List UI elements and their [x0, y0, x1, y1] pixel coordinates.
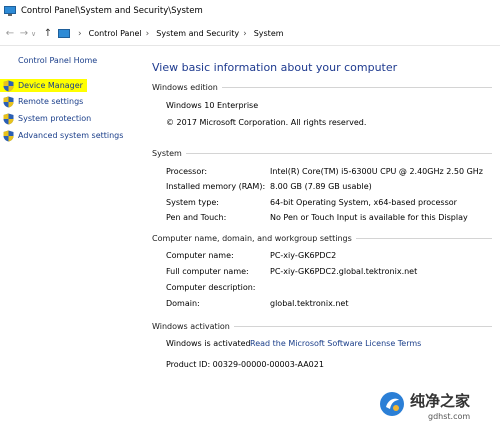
shield-icon — [3, 80, 14, 91]
forward-arrow-icon[interactable]: → — [17, 28, 31, 39]
address-bar: ← → ∨ ↑ › Control Panel › System and Sec… — [0, 22, 500, 46]
sidebar-item-advanced-system-settings[interactable]: Advanced system settings — [0, 129, 123, 142]
info-label: Domain: — [166, 299, 200, 308]
divider — [185, 153, 492, 154]
title-bar: Control Panel\System and Security\System — [0, 0, 500, 22]
chevron-right-icon[interactable]: › — [243, 29, 247, 39]
sidebar-item-system-protection[interactable]: System protection — [0, 112, 91, 125]
control-panel-home-link[interactable]: Control Panel Home — [18, 56, 97, 65]
chevron-right-icon[interactable]: › — [146, 29, 150, 39]
breadcrumb-system-and-security[interactable]: System and Security — [156, 29, 239, 38]
divider — [355, 238, 492, 239]
shield-icon — [3, 96, 14, 107]
page-title: View basic information about your comput… — [152, 61, 398, 74]
sidebar-item-label: Advanced system settings — [18, 131, 124, 140]
section-windows-edition: Windows edition — [152, 83, 492, 92]
info-value: 8.00 GB (7.89 GB usable) — [270, 182, 372, 191]
copyright-text: © 2017 Microsoft Corporation. All rights… — [166, 118, 367, 127]
section-computer-name: Computer name, domain, and workgroup set… — [152, 234, 492, 243]
info-label: Installed memory (RAM): — [166, 182, 266, 191]
info-value: PC-xiy-GK6PDC2 — [270, 251, 337, 260]
watermark: 纯净之家 gdhst.com — [366, 387, 500, 431]
info-label: Pen and Touch: — [166, 213, 227, 222]
shield-icon — [3, 130, 14, 141]
info-label: Computer name: — [166, 251, 234, 260]
window-title: Control Panel\System and Security\System — [21, 6, 203, 16]
watermark-text: 纯净之家 — [410, 392, 471, 410]
back-arrow-icon[interactable]: ← — [3, 28, 17, 39]
info-label: Processor: — [166, 167, 208, 176]
edition-name-text: Windows 10 Enterprise — [166, 101, 259, 110]
breadcrumb-system[interactable]: System — [254, 29, 284, 38]
info-value: global.tektronix.net — [270, 299, 349, 308]
computer-icon — [58, 29, 70, 38]
info-label: Computer description: — [166, 283, 256, 292]
sidebar-item-label: System protection — [18, 114, 92, 123]
recent-locations-icon[interactable]: ∨ — [31, 30, 41, 38]
info-value: 64-bit Operating System, x64-based proce… — [270, 198, 457, 207]
info-label: System type: — [166, 198, 219, 207]
activation-status: Windows is activated — [166, 339, 251, 348]
breadcrumb-control-panel[interactable]: Control Panel — [89, 29, 142, 38]
section-heading: Windows edition — [152, 83, 218, 92]
chevron-right-icon[interactable]: › — [78, 29, 82, 39]
section-heading: Computer name, domain, and workgroup set… — [152, 234, 352, 243]
info-value: No Pen or Touch Input is available for t… — [270, 213, 468, 222]
watermark-url: gdhst.com — [428, 412, 471, 421]
sidebar-item-label: Remote settings — [18, 97, 84, 106]
shield-icon — [3, 113, 14, 124]
watermark-logo-icon — [380, 392, 404, 416]
divider — [233, 326, 492, 327]
breadcrumb[interactable]: › Control Panel › System and Security › … — [58, 29, 284, 39]
info-label: Full computer name: — [166, 267, 249, 276]
sidebar-item-device-manager[interactable]: Device Manager — [0, 79, 87, 92]
divider — [221, 87, 492, 88]
section-system: System — [152, 149, 492, 158]
sidebar-item-remote-settings[interactable]: Remote settings — [0, 95, 83, 108]
info-value: Intel(R) Core(TM) i5-6300U CPU @ 2.40GHz… — [270, 167, 483, 176]
product-id: Product ID: 00329-00000-00003-AA021 — [166, 360, 324, 369]
section-heading: System — [152, 149, 182, 158]
section-windows-activation: Windows activation — [152, 322, 492, 331]
license-terms-link[interactable]: Read the Microsoft Software License Term… — [250, 339, 421, 348]
section-heading: Windows activation — [152, 322, 230, 331]
sidebar-item-label: Device Manager — [18, 81, 83, 90]
control-panel-icon — [4, 6, 16, 16]
up-arrow-icon[interactable]: ↑ — [41, 28, 55, 39]
info-value: PC-xiy-GK6PDC2.global.tektronix.net — [270, 267, 418, 276]
